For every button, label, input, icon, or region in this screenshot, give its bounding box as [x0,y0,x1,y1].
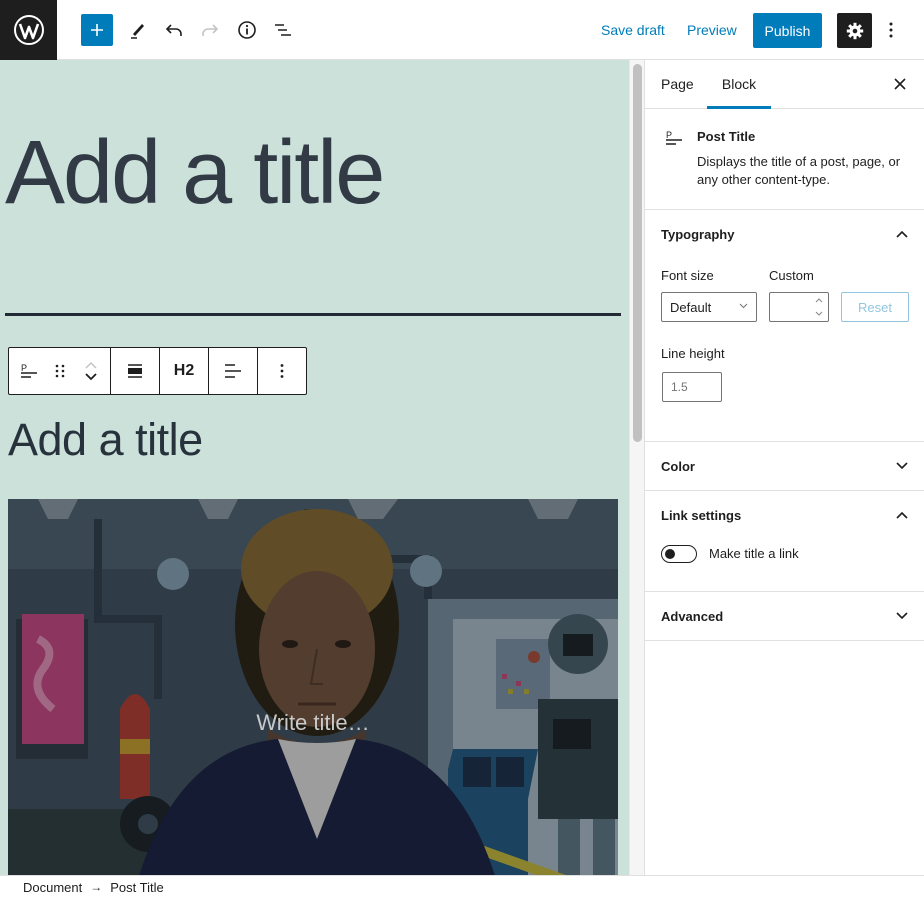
more-vertical-icon [889,22,893,38]
arrow-right-icon: → [90,880,103,894]
canvas-scrollbar[interactable] [629,60,644,875]
publish-button[interactable]: Publish [753,13,822,48]
chevron-down-icon [896,612,908,620]
block-options-button[interactable] [258,348,306,394]
line-height-input[interactable]: 1.5 [662,372,722,402]
cover-image [8,499,618,875]
block-card-title: Post Title [697,129,756,144]
preview-button[interactable]: Preview [687,14,737,46]
block-breadcrumb: Document → Post Title [0,875,924,898]
make-title-link-toggle[interactable] [661,545,697,563]
block-toolbar-group-text-align [209,348,258,394]
cover-title-placeholder[interactable]: Write title… [8,710,618,736]
chevron-down-icon [739,303,748,309]
details-button[interactable] [231,14,263,46]
link-settings-panel-body: Make title a link [645,539,924,591]
add-block-button[interactable] [81,14,113,46]
block-card: P Post Title Displays the title of a pos… [645,109,924,210]
canvas-scrollbar-thumb[interactable] [633,64,642,442]
link-settings-panel-title: Link settings [661,507,742,523]
font-size-label: Font size [661,268,714,283]
svg-text:P: P [666,130,672,140]
number-spinner-icon[interactable] [815,296,823,318]
list-view-button[interactable] [267,14,299,46]
move-buttons [75,348,106,394]
toggle-knob [665,549,675,559]
wordpress-logo[interactable] [0,0,57,60]
info-icon [238,21,256,39]
breadcrumb-document[interactable]: Document [23,880,82,895]
block-toolbar-group-heading: H2 [160,348,209,394]
color-panel-title: Color [661,458,695,474]
drag-handle[interactable] [44,348,75,394]
undo-button[interactable] [158,14,190,46]
custom-size-label: Custom [769,268,814,283]
align-button[interactable] [111,348,159,394]
tab-page[interactable]: Page [645,60,710,108]
svg-text:P: P [21,363,27,373]
custom-font-size-input[interactable] [769,292,829,322]
editor-header: Save draft Preview Publish [0,0,924,60]
options-button[interactable] [880,14,902,46]
save-draft-button[interactable]: Save draft [601,14,665,46]
text-align-button[interactable] [209,348,257,394]
link-settings-panel: Link settings Make title a link [645,491,924,592]
cover-block[interactable]: Write title… [8,499,618,875]
tools-button[interactable] [122,14,154,46]
font-size-select[interactable]: Default [661,292,757,322]
gear-icon [846,22,863,39]
post-title-icon: P [20,363,37,378]
align-wide-icon [128,364,142,378]
separator-block[interactable] [5,313,621,316]
typography-panel: Typography Font size Custom Default Rese… [645,210,924,442]
font-size-value: Default [670,299,712,315]
block-toolbar-group-options [258,348,306,394]
undo-icon [165,24,182,36]
site-title-block[interactable]: Add a title [5,128,385,218]
pencil-icon [131,24,144,39]
editor-canvas: Add a title P H2 Add a title Write title… [0,60,630,875]
list-view-icon [275,24,291,36]
typography-panel-body: Font size Custom Default Reset Line heig… [645,258,924,441]
chevron-up-icon [896,511,908,519]
redo-button[interactable] [194,14,226,46]
redo-icon [202,24,219,36]
advanced-panel-title: Advanced [661,608,724,624]
typography-panel-toggle[interactable]: Typography [645,210,924,258]
chevron-down-icon [896,462,908,470]
breadcrumb-post-title[interactable]: Post Title [110,880,163,895]
chevron-up-icon [896,230,908,238]
drag-handle-icon [55,364,64,378]
sidebar-tabs: Page Block [645,60,924,109]
block-toolbar-group-parent: P [9,348,111,394]
close-sidebar-button[interactable] [888,72,912,96]
block-type-button[interactable]: P [13,348,44,394]
chevron-up-icon[interactable] [84,361,98,369]
heading-level-button[interactable]: H2 [160,348,208,394]
post-title-block[interactable]: Add a title [8,415,203,465]
typography-panel-title: Typography [661,226,735,242]
reset-font-size-button[interactable]: Reset [841,292,909,322]
wordpress-icon [13,15,44,45]
align-left-icon [225,364,241,378]
advanced-panel-toggle[interactable]: Advanced [645,592,924,640]
heading-level-label: H2 [173,362,195,379]
chevron-down-icon[interactable] [84,373,98,381]
plus-icon [91,24,103,36]
settings-button[interactable] [837,13,872,48]
more-vertical-icon [280,364,284,378]
block-card-description: Displays the title of a post, page, or a… [697,154,901,187]
color-panel-toggle[interactable]: Color [645,442,924,490]
block-toolbar: P H2 [8,347,307,395]
link-settings-panel-toggle[interactable]: Link settings [645,491,924,539]
block-toolbar-group-align [111,348,160,394]
advanced-panel: Advanced [645,592,924,641]
tab-block[interactable]: Block [707,60,771,109]
make-title-link-label[interactable]: Make title a link [709,546,799,561]
color-panel: Color [645,442,924,491]
settings-sidebar: Page Block P Post Title Displays the tit… [644,60,924,875]
line-height-label: Line height [661,346,725,361]
post-title-icon: P [666,130,682,145]
close-icon [894,78,906,90]
